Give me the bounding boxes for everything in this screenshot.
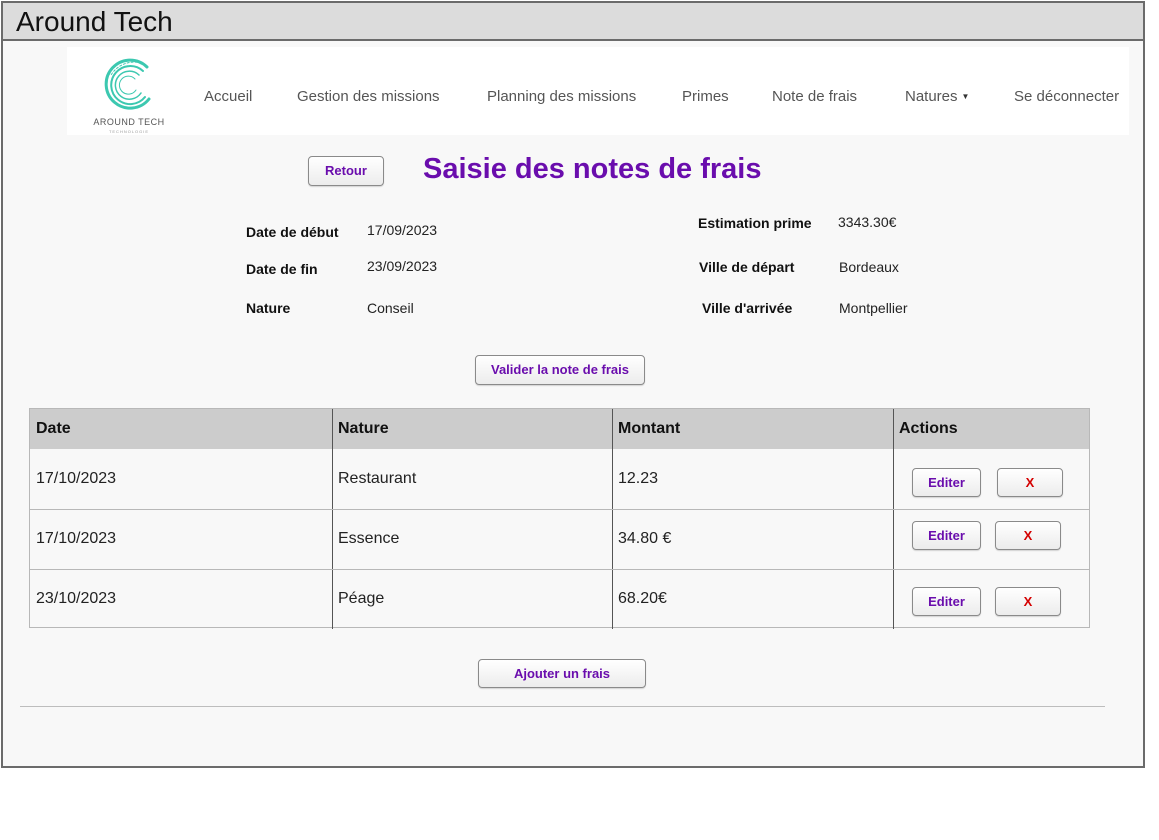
arrival-city-value: Montpellier	[839, 300, 908, 316]
row3-nature: Péage	[338, 590, 385, 607]
row1-montant: 12.23	[618, 470, 659, 487]
logo-subtext: TECHNOLOGIE	[108, 129, 150, 134]
navbar: AROUND TECH TECHNOLOGIE Accueil Gestion …	[67, 47, 1129, 135]
window-title: Around Tech	[3, 3, 1143, 41]
row-divider	[30, 509, 1089, 510]
row2-nature: Essence	[338, 530, 400, 547]
row2-delete-button[interactable]: X	[995, 521, 1061, 550]
nav-accueil[interactable]: Accueil	[204, 88, 252, 105]
row3-date: 23/10/2023	[36, 590, 117, 607]
row2-date: 17/10/2023	[36, 530, 117, 547]
row2-montant: 34.80 €	[618, 530, 672, 547]
row1-nature: Restaurant	[338, 470, 417, 487]
row3-montant: 68.20€	[618, 590, 667, 607]
footer-divider	[20, 706, 1105, 707]
row1-edit-button[interactable]: Editer	[912, 468, 981, 497]
add-expense-button[interactable]: Ajouter un frais	[478, 659, 646, 688]
header-date: Date	[30, 409, 332, 449]
start-date-value: 17/09/2023	[367, 222, 438, 238]
column-divider	[893, 409, 894, 629]
logo-text: AROUND TECH	[93, 117, 165, 127]
nav-logout[interactable]: Se déconnecter	[1014, 88, 1119, 105]
nav-natures-label: Natures	[905, 88, 958, 105]
prime-estimate-label: Estimation prime	[698, 215, 812, 231]
row3-edit-button[interactable]: Editer	[912, 587, 981, 616]
end-date-label: Date de fin	[246, 261, 318, 277]
logo-swirl-icon	[104, 58, 151, 110]
row1-delete-button[interactable]: X	[997, 468, 1063, 497]
prime-estimate-value: 3343.30€	[838, 214, 897, 230]
nav-planning-missions[interactable]: Planning des missions	[487, 88, 636, 105]
departure-city-label: Ville de départ	[699, 259, 795, 275]
nature-label: Nature	[246, 300, 291, 316]
nav-primes[interactable]: Primes	[682, 88, 729, 105]
brand-logo[interactable]: AROUND TECH TECHNOLOGIE	[89, 55, 169, 134]
back-button[interactable]: Retour	[308, 156, 384, 186]
caret-down-icon: ▼	[961, 92, 970, 101]
page-title: Saisie des notes de frais	[423, 153, 762, 185]
validate-expense-button[interactable]: Valider la note de frais	[475, 355, 645, 385]
nav-note-de-frais[interactable]: Note de frais	[772, 88, 857, 105]
arrival-city-label: Ville d'arrivée	[702, 300, 793, 316]
nav-natures-dropdown[interactable]: Natures ▼	[905, 88, 969, 105]
header-actions: Actions	[893, 409, 1089, 449]
row3-delete-button[interactable]: X	[995, 587, 1061, 616]
row-divider	[30, 569, 1089, 570]
header-nature: Nature	[332, 409, 612, 449]
start-date-label: Date de début	[246, 224, 339, 240]
header-montant: Montant	[612, 409, 893, 449]
end-date-value: 23/09/2023	[367, 258, 438, 274]
nav-gestion-missions[interactable]: Gestion des missions	[297, 88, 440, 105]
nature-value: Conseil	[367, 300, 414, 316]
departure-city-value: Bordeaux	[839, 259, 899, 275]
row2-edit-button[interactable]: Editer	[912, 521, 981, 550]
row1-date: 17/10/2023	[36, 470, 117, 487]
app-window: Around Tech AROUND TECH TECHNOLOGIE Accu…	[1, 1, 1145, 768]
expenses-table: Date Nature Montant Actions 17/10/2023 R…	[29, 408, 1090, 629]
